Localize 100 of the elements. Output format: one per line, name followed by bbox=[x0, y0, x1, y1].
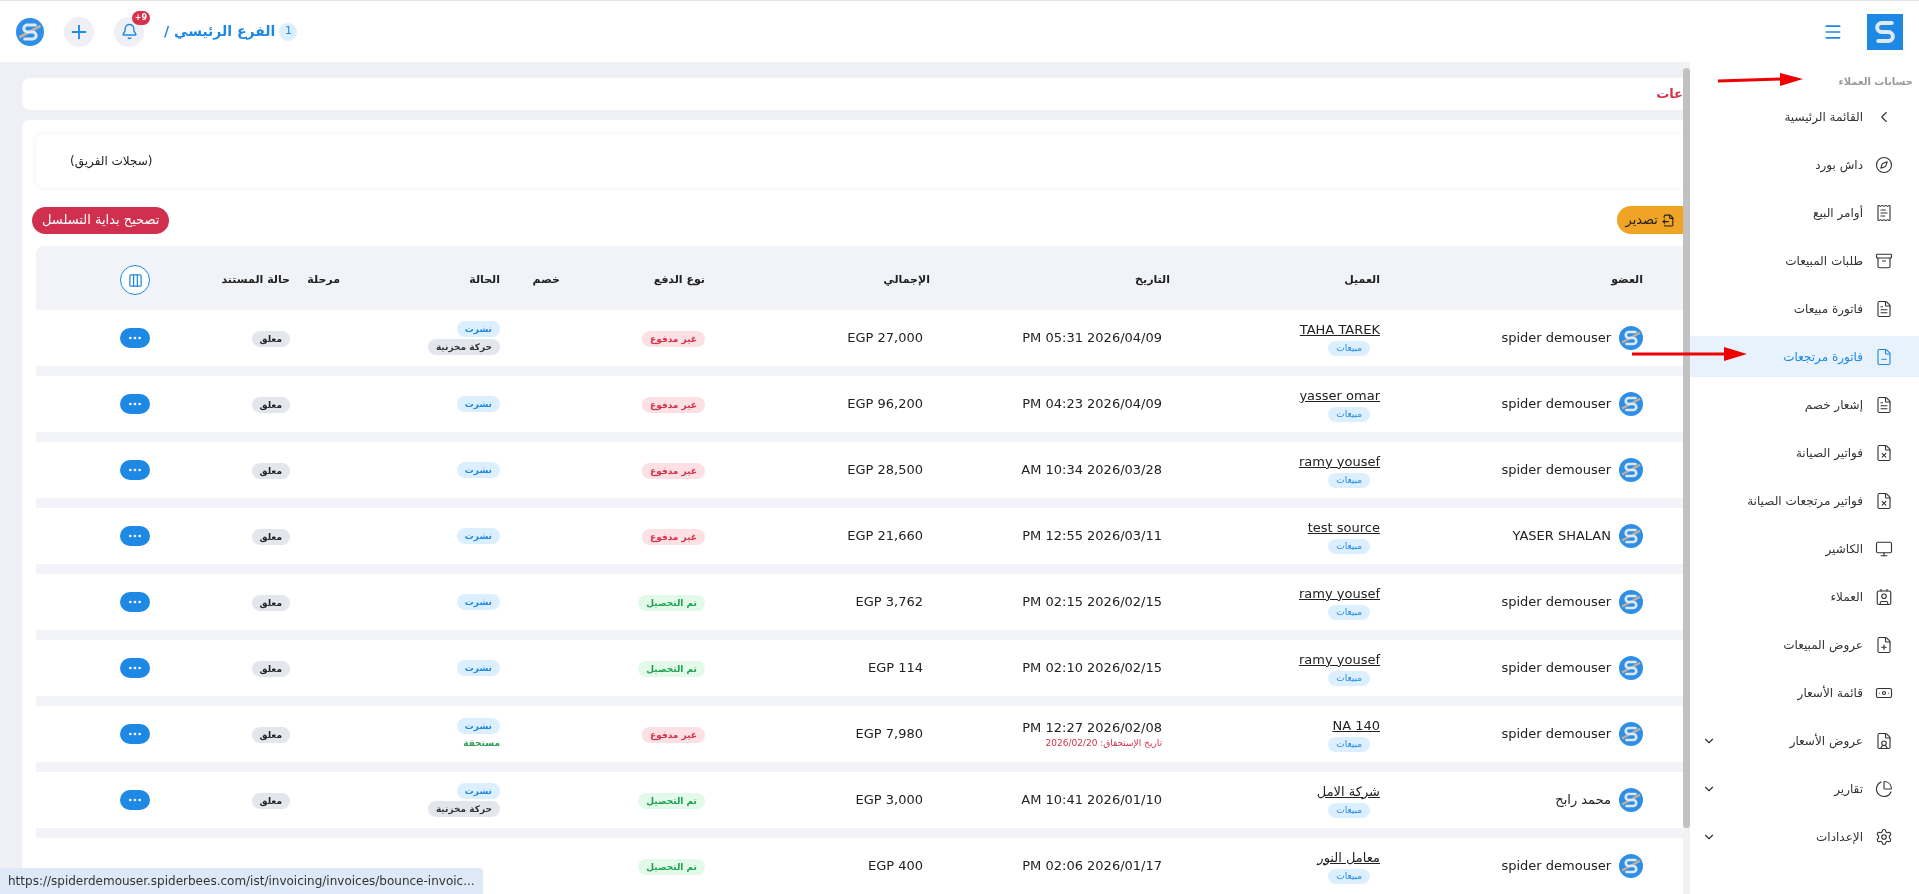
member-name: spider demouser bbox=[1501, 857, 1611, 876]
sidebar-item[interactable]: العملاء bbox=[1690, 576, 1919, 617]
status-badge: حركة مخزنية bbox=[427, 801, 500, 817]
add-button[interactable] bbox=[64, 16, 94, 47]
sidebar-item[interactable]: الإعدادات bbox=[1690, 816, 1919, 857]
client-link[interactable]: ramy yousef bbox=[1298, 583, 1380, 604]
logo bbox=[1867, 13, 1903, 50]
sidebar-item[interactable]: إشعار خصم bbox=[1690, 384, 1919, 425]
client-link[interactable]: معامل النور bbox=[1317, 847, 1380, 868]
date-text: AM 10:41 2026/01/10 bbox=[1021, 791, 1162, 810]
receipt-icon bbox=[1875, 203, 1893, 222]
avatar-icon bbox=[1619, 392, 1643, 416]
total-amount: EGP 96,200 bbox=[846, 395, 924, 414]
total-amount: EGP 3,000 bbox=[854, 791, 924, 810]
status-badge: نشرت bbox=[456, 594, 500, 610]
member-name: spider demouser bbox=[1501, 725, 1611, 744]
date-text: PM 12:55 2026/03/11 bbox=[1022, 527, 1162, 546]
sidebar-item[interactable]: فواتير مرتجعات الصيانة bbox=[1690, 480, 1919, 521]
client-link[interactable]: ramy yousef bbox=[1298, 451, 1380, 472]
more-button[interactable] bbox=[120, 592, 150, 612]
member-name: spider demouser bbox=[1501, 395, 1611, 414]
member-name: spider demouser bbox=[1501, 593, 1611, 612]
total-amount: EGP 21,660 bbox=[846, 527, 924, 546]
total-amount: EGP 3,762 bbox=[854, 593, 924, 612]
document-icon bbox=[1875, 395, 1893, 414]
client-link[interactable]: ramy yousef bbox=[1298, 649, 1380, 670]
export-button[interactable]: تصدير bbox=[1617, 206, 1683, 234]
bell-icon bbox=[120, 23, 138, 40]
avatar-icon bbox=[1619, 788, 1643, 812]
tag: مبيعات bbox=[1328, 539, 1370, 555]
column-header: الإجمالي bbox=[882, 271, 930, 288]
column-header: التاريخ bbox=[1134, 271, 1170, 288]
tag: مبيعات bbox=[1328, 341, 1370, 357]
document-status-badge: معلق bbox=[251, 793, 290, 809]
client-link[interactable]: شركة الامل bbox=[1316, 781, 1380, 802]
sidebar-item[interactable]: عروض الأسعار bbox=[1690, 720, 1919, 761]
payment-badge: تم التحصيل bbox=[638, 859, 705, 875]
tag: مبيعات bbox=[1328, 869, 1370, 885]
sidebar-item[interactable]: فاتورة مبيعات bbox=[1690, 288, 1919, 329]
tag: مبيعات bbox=[1328, 803, 1370, 819]
payment-badge: غير مدفوع bbox=[642, 529, 705, 545]
member-name: spider demouser bbox=[1501, 329, 1611, 348]
status-badge: نشرت bbox=[456, 718, 500, 734]
client-link[interactable]: NA 140 bbox=[1332, 715, 1380, 736]
more-button[interactable] bbox=[120, 658, 150, 678]
sidebar-item[interactable]: داش بورد bbox=[1690, 144, 1919, 185]
sidebar-item[interactable]: قائمة الأسعار bbox=[1690, 672, 1919, 713]
document-status-badge: معلق bbox=[251, 331, 290, 347]
settings-icon bbox=[1875, 827, 1893, 846]
status-text: مستحقة bbox=[463, 737, 500, 750]
document-icon bbox=[1875, 491, 1893, 510]
compass-icon bbox=[1875, 155, 1893, 174]
document-plus-icon bbox=[1875, 635, 1893, 654]
document-status-badge: معلق bbox=[251, 727, 290, 743]
sidebar-item[interactable]: عروض المبيعات bbox=[1690, 624, 1919, 665]
member-name: spider demouser bbox=[1501, 461, 1611, 480]
total-amount: EGP 400 bbox=[866, 857, 924, 876]
avatar-icon bbox=[1619, 854, 1643, 878]
total-amount: EGP 28,500 bbox=[846, 461, 924, 480]
more-button[interactable] bbox=[120, 460, 150, 480]
date-text: PM 02:06 2026/01/17 bbox=[1022, 857, 1162, 876]
status-badge: نشرت bbox=[456, 462, 500, 478]
member-name: محمد رابح bbox=[1555, 791, 1611, 810]
avatar-icon bbox=[1619, 722, 1643, 746]
date-text: PM 02:10 2026/02/15 bbox=[1022, 659, 1162, 678]
client-link[interactable]: TAHA TAREK bbox=[1299, 319, 1380, 340]
pie-chart-icon bbox=[1875, 779, 1893, 798]
column-settings-button[interactable] bbox=[120, 265, 150, 295]
client-link[interactable]: test source bbox=[1307, 517, 1380, 538]
sidebar-item[interactable]: تقارير bbox=[1690, 768, 1919, 809]
more-button[interactable] bbox=[120, 328, 150, 348]
document-user-icon bbox=[1875, 731, 1893, 750]
more-button[interactable] bbox=[120, 790, 150, 810]
member-name: spider demouser bbox=[1501, 659, 1611, 678]
fix-sequence-button[interactable]: تصحيح بداية التسلسل bbox=[32, 206, 170, 234]
document-status-badge: معلق bbox=[251, 463, 290, 479]
breadcrumb-link[interactable]: الفرع الرئيسي / bbox=[164, 21, 276, 42]
more-button[interactable] bbox=[120, 394, 150, 414]
more-button[interactable] bbox=[120, 724, 150, 744]
status-badge: نشرت bbox=[456, 396, 500, 412]
page-title: عات bbox=[1656, 85, 1683, 104]
sidebar-item[interactable]: الكاشير bbox=[1690, 528, 1919, 569]
avatar-icon bbox=[1619, 326, 1643, 350]
avatar-icon bbox=[1619, 524, 1643, 548]
date-text: PM 04:23 2026/04/09 bbox=[1022, 395, 1162, 414]
archive-icon bbox=[1875, 251, 1893, 270]
sidebar-item[interactable]: أوامر البيع bbox=[1690, 192, 1919, 233]
payment-badge: تم التحصيل bbox=[638, 793, 705, 809]
filter-text: (سجلات الفريق) bbox=[70, 153, 153, 170]
sidebar-item[interactable]: فواتير الصيانة bbox=[1690, 432, 1919, 473]
member-name: YASER SHALAN bbox=[1512, 527, 1611, 546]
status-badge: نشرت bbox=[456, 321, 500, 337]
monitor-icon bbox=[1875, 539, 1893, 558]
more-button[interactable] bbox=[120, 526, 150, 546]
client-link[interactable]: yasser omar bbox=[1299, 385, 1380, 406]
column-header: الحالة bbox=[468, 271, 500, 288]
sidebar-item[interactable]: القائمة الرئيسية bbox=[1690, 96, 1919, 137]
column-header: العميل bbox=[1343, 271, 1380, 288]
column-header: العضو bbox=[1609, 271, 1643, 288]
sidebar-item[interactable]: طلبات المبيعات bbox=[1690, 240, 1919, 281]
